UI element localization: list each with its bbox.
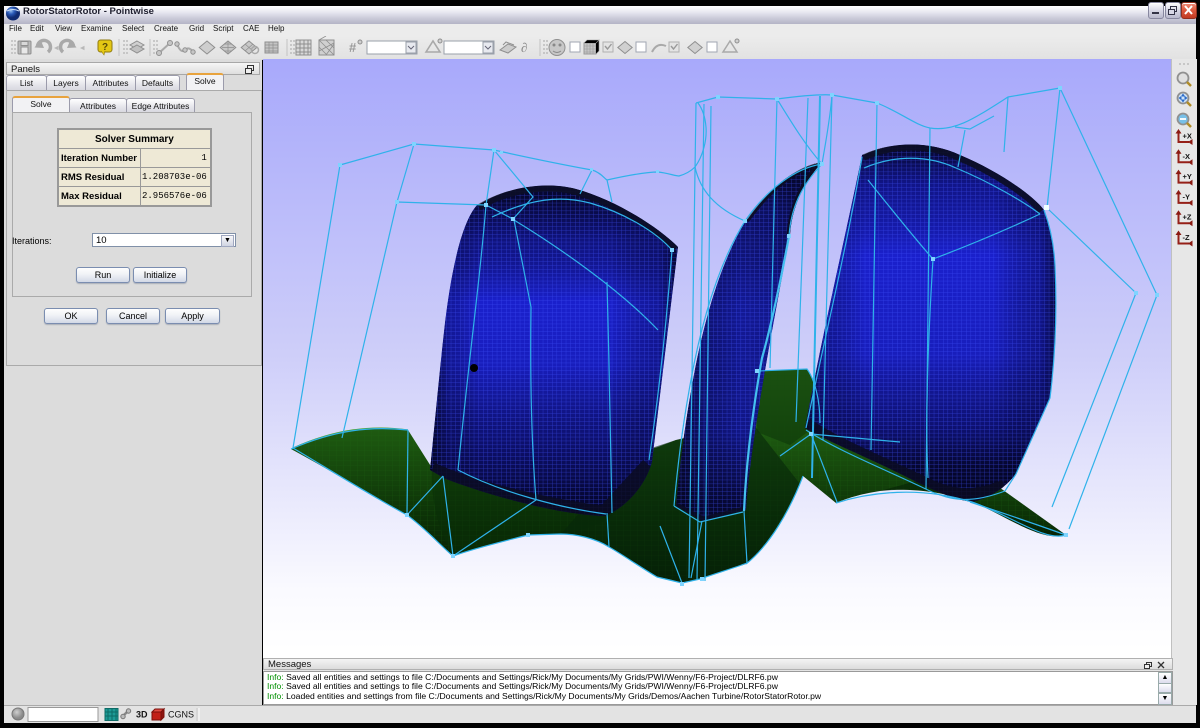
svg-text:CGNS: CGNS xyxy=(168,710,194,720)
svg-text:3D: 3D xyxy=(136,710,148,720)
svg-text:#: # xyxy=(349,40,357,55)
svg-text:∂: ∂ xyxy=(521,40,527,55)
svg-text:-X: -X xyxy=(1183,152,1191,161)
svg-text:+Z: +Z xyxy=(1183,213,1192,222)
svg-text:+X: +X xyxy=(1183,132,1192,141)
svg-text:+Y: +Y xyxy=(1183,172,1192,181)
svg-text:-Z: -Z xyxy=(1183,233,1190,242)
svg-text:?: ? xyxy=(102,42,108,53)
svg-text:-Y: -Y xyxy=(1183,192,1191,201)
